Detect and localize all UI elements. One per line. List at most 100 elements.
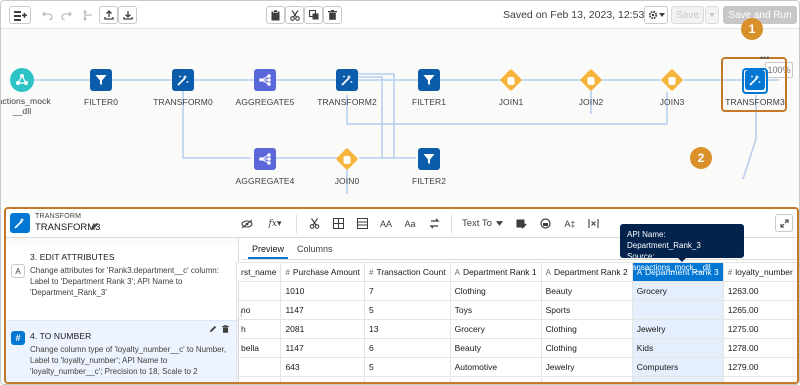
table-cell[interactable]: 643 bbox=[280, 357, 365, 377]
tab-columns[interactable]: Columns bbox=[297, 244, 333, 254]
table-cell[interactable]: no bbox=[235, 300, 282, 320]
column-header[interactable]: rst_name bbox=[235, 262, 282, 282]
branch-icon bbox=[83, 10, 92, 20]
column-tooltip: API Name: Department_Rank_3 Source: tran… bbox=[620, 224, 744, 272]
node-filter0[interactable]: FILTER0 bbox=[56, 69, 146, 107]
table-cell[interactable] bbox=[631, 300, 724, 320]
table-cell[interactable]: Clothing bbox=[540, 319, 633, 339]
node-more-actions[interactable]: ••• bbox=[760, 53, 769, 63]
table-cell[interactable]: 1147 bbox=[280, 300, 365, 320]
node-transform2[interactable]: TRANSFORM2 bbox=[302, 69, 392, 107]
node-label: FILTER2 bbox=[411, 176, 447, 186]
table-cell[interactable]: Kids bbox=[631, 338, 724, 358]
table-cell[interactable]: 5 bbox=[364, 300, 451, 320]
table-cell[interactable]: Electronics bbox=[449, 376, 542, 382]
settings-menu-button[interactable] bbox=[644, 6, 668, 24]
copy-button[interactable] bbox=[304, 6, 323, 24]
node-label: FILTER0 bbox=[83, 97, 119, 107]
node-join0[interactable]: JOIN0 bbox=[302, 147, 392, 186]
table-cell[interactable]: Toys bbox=[449, 300, 542, 320]
table-cell[interactable]: Clothing bbox=[449, 281, 542, 301]
table-cell[interactable]: 7 bbox=[364, 281, 451, 301]
node-join3[interactable]: JOIN3 bbox=[627, 68, 717, 107]
table-cell[interactable]: Automotive bbox=[449, 357, 542, 377]
table-cell[interactable]: 1278.00 bbox=[722, 338, 797, 358]
node-join2[interactable]: JOIN2 bbox=[546, 68, 636, 107]
table-cell[interactable]: 1263.00 bbox=[722, 281, 797, 301]
column-header[interactable]: A Department Rank 2 bbox=[540, 262, 633, 282]
formula-button[interactable]: fx▾ bbox=[260, 214, 290, 234]
trash-icon[interactable] bbox=[222, 325, 229, 333]
number-type-icon: # bbox=[285, 268, 290, 277]
step-item-selected[interactable]: # 4. TO NUMBER Change column type of 'lo… bbox=[6, 320, 238, 382]
column-header[interactable]: # Transaction Count bbox=[364, 262, 451, 282]
table-cell[interactable]: 1279.00 bbox=[722, 357, 797, 377]
node-label: AGGREGATE4 bbox=[235, 176, 295, 186]
table-cell[interactable] bbox=[235, 281, 282, 301]
table-cell[interactable] bbox=[235, 376, 282, 382]
table-cell[interactable]: Grocery bbox=[631, 281, 724, 301]
table-cell[interactable]: Clothing bbox=[540, 338, 633, 358]
merge-columns-button[interactable] bbox=[351, 214, 373, 234]
table-cell[interactable]: 6 bbox=[364, 338, 451, 358]
table-cell[interactable]: 1280.00 bbox=[722, 376, 797, 382]
table-cell[interactable]: Beauty bbox=[449, 338, 542, 358]
table-cell[interactable]: Sports bbox=[540, 300, 633, 320]
node-filter1[interactable]: FILTER1 bbox=[384, 69, 474, 107]
table-cell[interactable]: 5 bbox=[364, 357, 451, 377]
table-cell[interactable]: Grocery bbox=[631, 376, 724, 382]
node-aggregate4[interactable]: AGGREGATE4 bbox=[220, 148, 310, 186]
edit-name-button[interactable] bbox=[90, 222, 99, 234]
column-header[interactable]: A Department Rank 1 bbox=[449, 262, 542, 282]
table-cell[interactable]: 1265.00 bbox=[722, 300, 797, 320]
delete-button[interactable] bbox=[323, 6, 342, 24]
table-cell[interactable]: Jewelry bbox=[631, 319, 724, 339]
node-aggregate5[interactable]: AGGREGATE5 bbox=[220, 69, 310, 107]
table-cell[interactable]: 2081 bbox=[280, 319, 365, 339]
format-date-button[interactable] bbox=[511, 214, 533, 234]
title-case-button[interactable]: Aa bbox=[399, 214, 421, 234]
table-cell[interactable]: Computers bbox=[631, 357, 724, 377]
table-cell[interactable]: 13 bbox=[364, 319, 451, 339]
clipboard-button[interactable] bbox=[266, 6, 285, 24]
tab-preview[interactable]: Preview bbox=[252, 244, 284, 254]
table-cell[interactable]: Grocery bbox=[449, 319, 542, 339]
redo-button[interactable] bbox=[57, 6, 76, 24]
text-to-dropdown[interactable]: Text To bbox=[462, 218, 503, 229]
node-filter2[interactable]: FILTER2 bbox=[384, 148, 474, 186]
drop-column-button[interactable] bbox=[583, 214, 605, 234]
node-join1[interactable]: JOIN1 bbox=[466, 68, 556, 107]
node-transform3[interactable]: TRANSFORM3 bbox=[710, 70, 799, 107]
undo-button[interactable] bbox=[38, 6, 57, 24]
table-cell[interactable]: h bbox=[235, 319, 282, 339]
table-cell[interactable]: 1010 bbox=[280, 281, 365, 301]
save-dropdown-button[interactable] bbox=[705, 6, 719, 24]
table-cell[interactable]: 2102 bbox=[280, 376, 365, 382]
table-cell[interactable]: Clothing bbox=[540, 376, 633, 382]
table-cell[interactable]: Jewelry bbox=[540, 357, 633, 377]
save-button[interactable]: Save bbox=[671, 6, 704, 24]
split-button[interactable] bbox=[303, 214, 325, 234]
bucket-button[interactable] bbox=[327, 214, 349, 234]
column-header[interactable]: # Purchase Amount bbox=[280, 262, 365, 282]
predict-button[interactable] bbox=[535, 214, 557, 234]
download-button[interactable] bbox=[118, 6, 137, 24]
cut-button[interactable] bbox=[285, 6, 304, 24]
uppercase-button[interactable]: AA bbox=[375, 214, 397, 234]
expand-panel-button[interactable] bbox=[775, 214, 793, 232]
column-type-button[interactable]: A‡ bbox=[559, 214, 581, 234]
table-cell[interactable]: 1275.00 bbox=[722, 319, 797, 339]
branch-button[interactable] bbox=[79, 6, 98, 24]
table-cell[interactable]: Beauty bbox=[540, 281, 633, 301]
table-cell[interactable]: 12 bbox=[364, 376, 451, 382]
table-cell[interactable]: 1147 bbox=[280, 338, 365, 358]
replace-button[interactable] bbox=[423, 214, 445, 234]
upload-button[interactable] bbox=[99, 6, 118, 24]
node-transform0[interactable]: TRANSFORM0 bbox=[138, 69, 228, 107]
table-cell[interactable]: bella bbox=[235, 338, 282, 358]
pencil-icon[interactable] bbox=[209, 325, 217, 333]
table-cell[interactable] bbox=[235, 357, 282, 377]
step-item[interactable]: A 3. EDIT ATTRIBUTES Change attributes f… bbox=[6, 252, 238, 298]
hide-column-button[interactable] bbox=[236, 214, 258, 234]
add-node-button[interactable] bbox=[9, 6, 31, 24]
